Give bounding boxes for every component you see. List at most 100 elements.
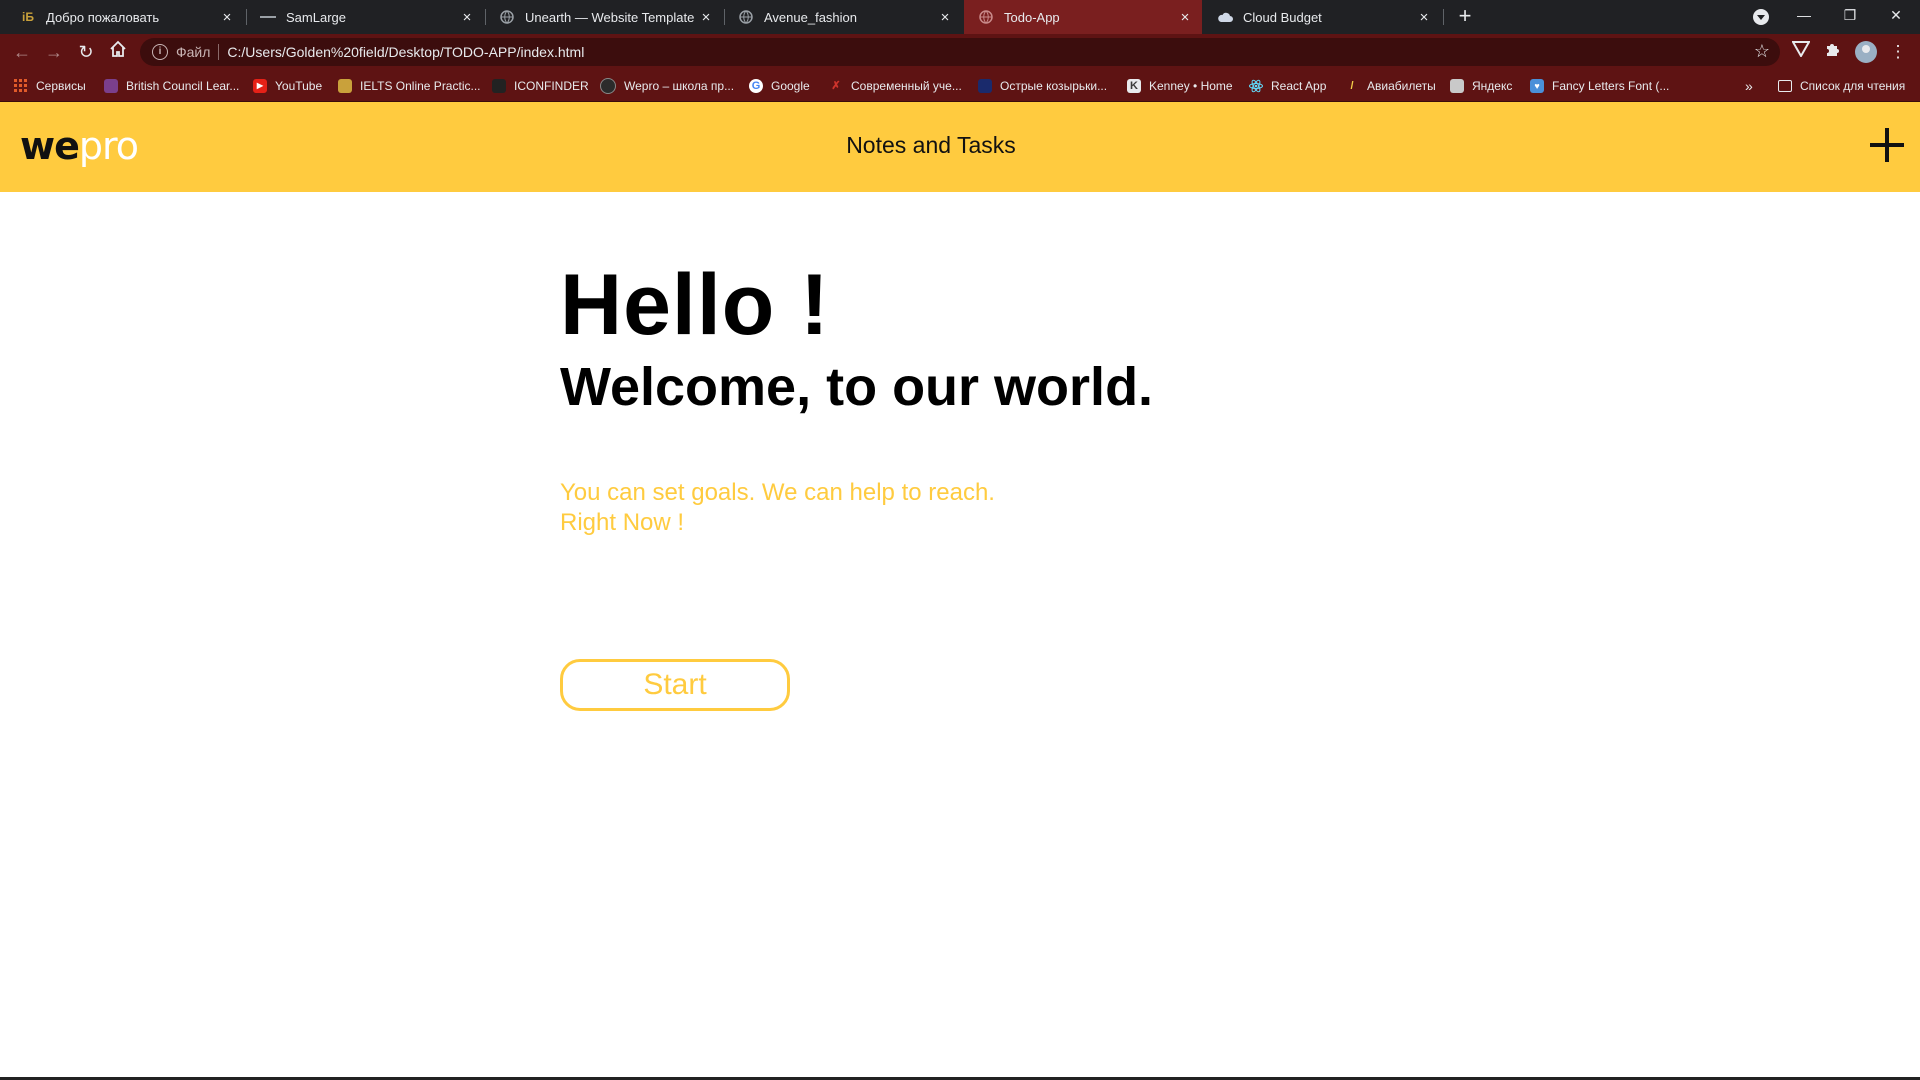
bookmark-item[interactable]: G Google — [749, 70, 810, 102]
bookmark-label: Острые козырьки... — [1000, 79, 1108, 93]
google-icon: G — [749, 79, 763, 93]
forward-arrow-icon[interactable]: → — [42, 40, 66, 64]
app-header: wepro Notes and Tasks — [0, 102, 1920, 192]
tab-title: Cloud Budget — [1243, 9, 1322, 25]
bookmark-item[interactable]: Сервисы — [14, 70, 86, 102]
browser-menu-icon[interactable]: ⋮ — [1887, 41, 1909, 63]
address-divider — [218, 44, 220, 60]
address-url[interactable]: C:/Users/Golden%20field/Desktop/TODO-APP… — [227, 44, 584, 60]
browser-tab[interactable]: SamLarge × — [246, 0, 484, 34]
vpn-extension-icon[interactable] — [1790, 41, 1812, 63]
browser-tab-strip: iБ Добро пожаловать × SamLarge × Unearth… — [0, 0, 1920, 34]
bookmark-star-icon[interactable]: ☆ — [1754, 41, 1770, 62]
add-task-plus-icon[interactable] — [1866, 124, 1908, 166]
bookmark-item[interactable]: ICONFINDER — [492, 70, 589, 102]
cloud-icon — [1217, 9, 1233, 25]
bookmark-label: Google — [771, 79, 810, 93]
bookmark-item[interactable]: British Council Lear... — [104, 70, 239, 102]
bookmark-item[interactable]: React App — [1249, 70, 1326, 102]
youtube-icon: ▶ — [253, 79, 267, 93]
bookmark-label: Яндекс — [1472, 79, 1513, 93]
bookmark-item[interactable]: Wepro – школа пр... — [600, 70, 734, 102]
browser-tab-active[interactable]: Todo-App × — [964, 0, 1202, 34]
browser-tab[interactable]: Cloud Budget × — [1203, 0, 1441, 34]
home-icon[interactable] — [106, 40, 130, 64]
address-scheme-label: Файл — [176, 44, 211, 60]
new-tab-button[interactable]: + — [1453, 0, 1477, 34]
bookmark-favicon-icon — [600, 78, 616, 94]
bookmark-item[interactable]: ✗ Современный уче... — [829, 70, 962, 102]
bookmark-item[interactable]: ♥ Fancy Letters Font (... — [1530, 70, 1669, 102]
bookmark-label: ICONFINDER — [514, 79, 589, 93]
bookmark-label: IELTS Online Practic... — [360, 79, 481, 93]
bookmark-label: YouTube — [275, 79, 323, 93]
reading-list-label: Список для чтения — [1800, 79, 1906, 93]
profile-dropdown-icon[interactable] — [1753, 9, 1769, 25]
bookmark-label: Современный уче... — [851, 79, 962, 93]
tagline-line-2: Right Now ! — [560, 509, 685, 536]
bookmark-item[interactable]: Острые козырьки... — [978, 70, 1107, 102]
reload-icon[interactable]: ↻ — [74, 40, 98, 64]
bookmark-label: Kenney • Home — [1149, 79, 1233, 93]
browser-toolbar: ← → ↻ i Файл C:/Users/Golden%20field/Des… — [0, 34, 1920, 70]
tab-title: Todo-App — [1004, 9, 1060, 25]
hero-subtitle: Welcome, to our world. — [560, 357, 1154, 417]
browser-tab[interactable]: Avenue_fashion × — [724, 0, 962, 34]
tab-close-icon[interactable]: × — [934, 9, 956, 26]
minimize-button[interactable]: — — [1781, 0, 1827, 34]
bookmark-item[interactable]: / Авиабилеты — [1345, 70, 1436, 102]
bookmark-label: Сервисы — [36, 79, 86, 93]
bookmark-label: British Council Lear... — [126, 79, 240, 93]
site-info-icon[interactable]: i — [152, 44, 168, 60]
apps-grid-icon — [14, 79, 28, 93]
window-close-button[interactable]: ✕ — [1873, 0, 1919, 34]
hero-title: Hello ! — [560, 257, 830, 353]
start-button[interactable]: Start — [560, 659, 790, 711]
tab-favicon-icon — [260, 9, 276, 25]
tab-title: Добро пожаловать — [46, 9, 160, 25]
bookmark-favicon-icon: / — [1350, 80, 1354, 92]
reading-list-icon — [1778, 80, 1792, 92]
tab-close-icon[interactable]: × — [695, 9, 717, 26]
bookmark-item[interactable]: K Kenney • Home — [1127, 70, 1233, 102]
profile-avatar[interactable] — [1855, 41, 1877, 63]
tab-title: Avenue_fashion — [764, 9, 858, 25]
bookmark-item[interactable]: Яндекс — [1450, 70, 1512, 102]
bookmark-favicon-icon: ✗ — [831, 80, 841, 92]
browser-tab[interactable]: iБ Добро пожаловать × — [6, 0, 244, 34]
tab-close-icon[interactable]: × — [1174, 9, 1196, 26]
tab-divider — [1443, 9, 1444, 25]
back-arrow-icon[interactable]: ← — [10, 40, 34, 64]
globe-icon — [738, 9, 754, 25]
bookmark-favicon-icon: ♥ — [1530, 79, 1544, 93]
bookmark-favicon-icon: K — [1127, 79, 1141, 93]
tagline-line-1: You can set goals. We can help to reach. — [560, 479, 995, 506]
header-title: Notes and Tasks — [846, 132, 1016, 158]
reading-list-button[interactable]: Список для чтения — [1778, 70, 1905, 102]
tab-title: Unearth — Website Template by — [525, 9, 695, 25]
extensions-puzzle-icon[interactable] — [1822, 41, 1844, 63]
tab-title: SamLarge — [286, 9, 346, 25]
bookmark-item[interactable]: ▶ YouTube — [253, 70, 322, 102]
address-bar[interactable]: i Файл C:/Users/Golden%20field/Desktop/T… — [140, 38, 1780, 66]
bookmark-label: React App — [1271, 79, 1327, 93]
bookmark-favicon-icon — [1450, 79, 1464, 93]
bookmark-favicon-icon — [978, 79, 992, 93]
tab-close-icon[interactable]: × — [456, 9, 478, 26]
browser-tab[interactable]: Unearth — Website Template by × — [485, 0, 723, 34]
bookmarks-bar: Сервисы British Council Lear... ▶ YouTub… — [0, 70, 1920, 102]
bookmark-favicon-icon — [338, 79, 352, 93]
restore-button[interactable]: ❐ — [1827, 0, 1873, 34]
tab-close-icon[interactable]: × — [1413, 9, 1435, 26]
react-icon — [1249, 79, 1263, 93]
bookmark-label: Авиабилеты — [1367, 79, 1436, 93]
hero-section: Hello ! Welcome, to our world. — [560, 255, 1153, 419]
bookmarks-overflow-button[interactable]: » — [1745, 70, 1753, 102]
tab-close-icon[interactable]: × — [216, 9, 238, 26]
tab-favicon-icon: iБ — [22, 10, 34, 24]
tagline: You can set goals. We can help to reach.… — [560, 478, 995, 538]
bookmark-item[interactable]: IELTS Online Practic... — [338, 70, 481, 102]
bookmark-label: Wepro – школа пр... — [624, 79, 735, 93]
bookmark-favicon-icon — [492, 79, 506, 93]
globe-icon — [978, 9, 994, 25]
